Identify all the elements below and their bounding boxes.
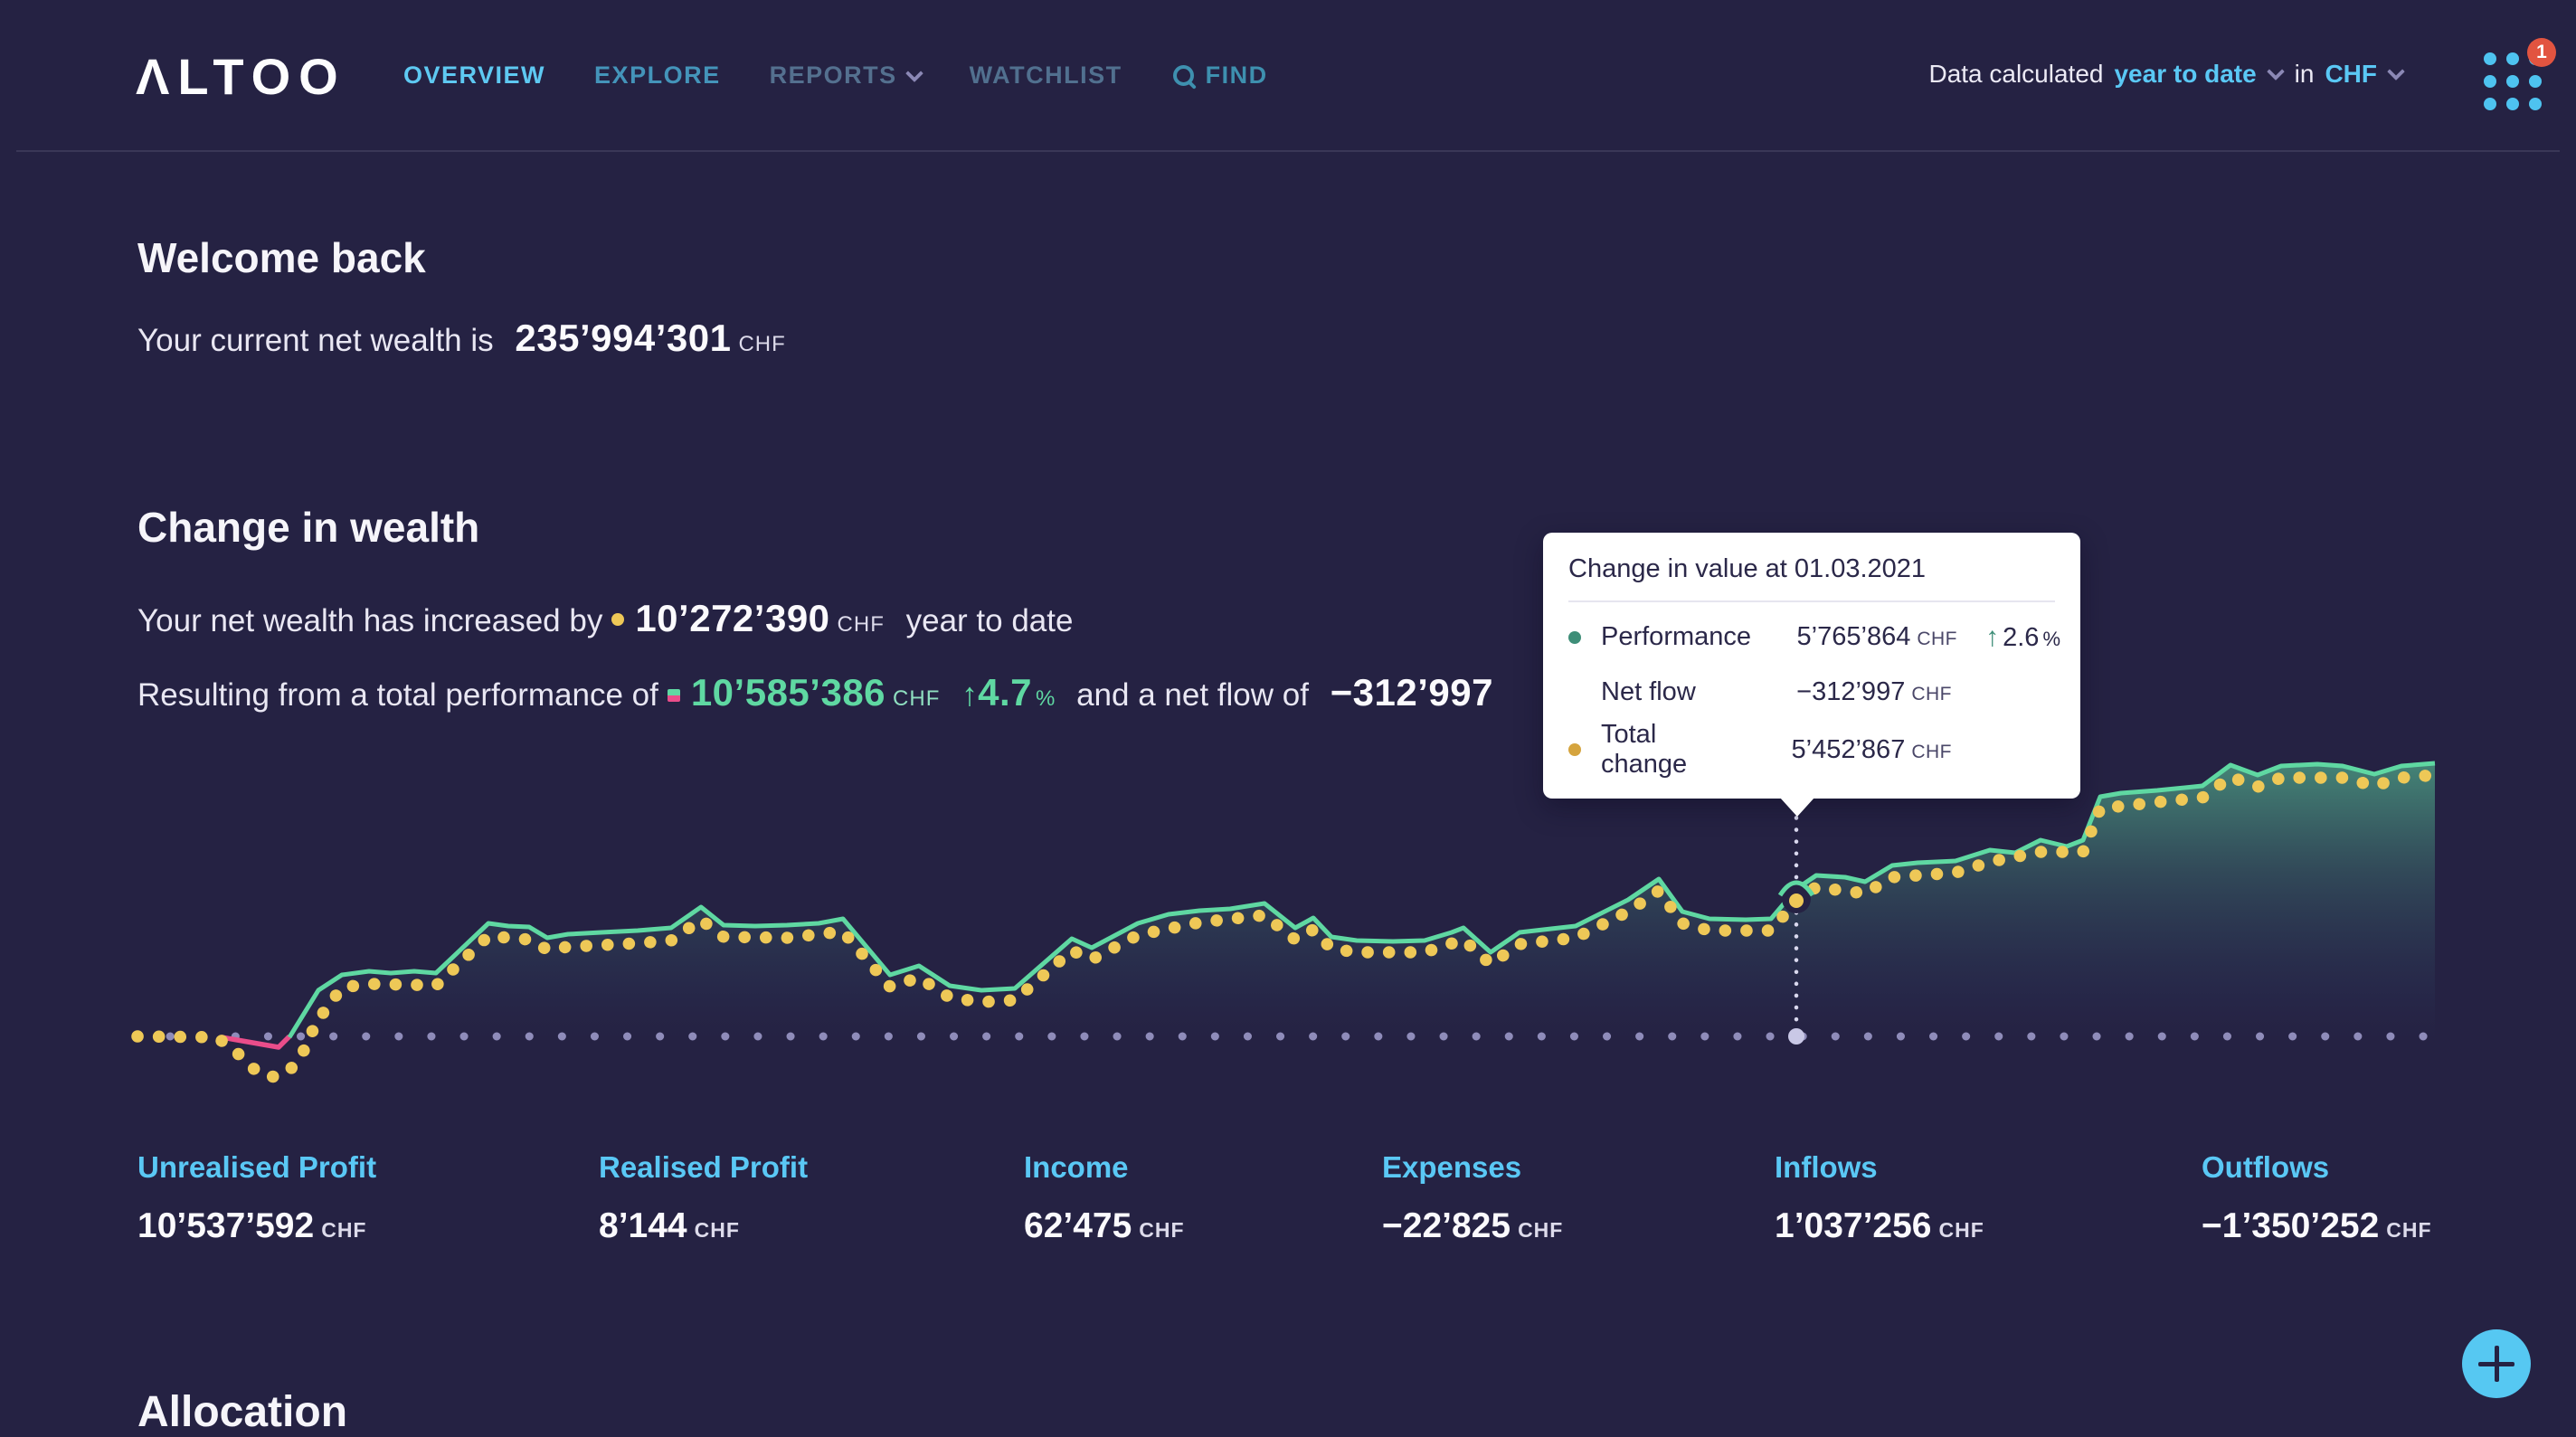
currency-label: CHF	[1518, 1218, 1564, 1242]
kpi-value: 10’537’592	[137, 1206, 315, 1245]
tooltip-row-value: 5’765’864	[1796, 622, 1911, 651]
kpi-item-income: Income 62’475 CHF	[1024, 1150, 1185, 1246]
kpi-item-expenses: Expenses −22’825 CHF	[1382, 1150, 1563, 1246]
increase-line: Your net wealth has increased by 10’272’3…	[137, 597, 1073, 640]
add-button[interactable]	[2462, 1329, 2531, 1398]
percent-sign: %	[2042, 627, 2061, 650]
netflow-value: −312’997	[1330, 671, 1494, 714]
performance-netflow-bullet-icon	[667, 689, 680, 702]
arrow-up-icon: ↑	[1985, 621, 2000, 652]
marker-baseline-dot	[1788, 1028, 1804, 1045]
currency-label: CHF	[1938, 1218, 1984, 1242]
currency-label: CHF	[1911, 684, 1952, 704]
currency-label: CHF	[2386, 1218, 2432, 1242]
tooltip-row-label: Net flow	[1601, 677, 1696, 706]
kpi-value: −1’350’252	[2202, 1206, 2380, 1245]
altoo-dashboard: { "header": { "logo": "ΛLTOO", "nav": [ …	[0, 0, 2576, 1436]
tooltip-row: Performance 5’765’864 CHF ↑ 2.6%	[1568, 610, 2060, 665]
currency-label: CHF	[694, 1218, 740, 1242]
arrow-up-icon: ↑	[961, 676, 979, 713]
netflow-prefix: and a net flow of	[1076, 677, 1309, 713]
kpi-item-inflows: Inflows 1’037’256 CHF	[1775, 1150, 1984, 1246]
kpi-value: 62’475	[1024, 1206, 1132, 1245]
kpi-item-unrealised-profit: Unrealised Profit 10’537’592 CHF	[137, 1150, 376, 1246]
kpi-label[interactable]: Expenses	[1382, 1150, 1563, 1185]
tooltip-row: Net flow −312’997 CHF	[1568, 665, 2055, 720]
kpi-row: Unrealised Profit 10’537’592 CHF Realised…	[0, 1150, 2576, 1259]
performance-prefix: Resulting from a total performance of	[137, 677, 658, 713]
tooltip-title: Change in value at 01.03.2021	[1568, 554, 2055, 602]
kpi-item-outflows: Outflows −1’350’252 CHF	[2202, 1150, 2432, 1246]
kpi-value: −22’825	[1382, 1206, 1511, 1245]
increase-value: 10’272’390	[635, 597, 830, 639]
kpi-label[interactable]: Income	[1024, 1150, 1185, 1185]
kpi-item-realised-profit: Realised Profit 8’144 CHF	[599, 1150, 808, 1246]
kpi-value: 8’144	[599, 1206, 687, 1245]
tooltip-row-value: 5’452’867	[1791, 734, 1906, 764]
kpi-label[interactable]: Outflows	[2202, 1150, 2432, 1185]
kpi-value: 1’037’256	[1775, 1206, 1932, 1245]
kpi-label[interactable]: Inflows	[1775, 1150, 1984, 1185]
kpi-label[interactable]: Unrealised Profit	[137, 1150, 376, 1185]
series-dot-icon	[1568, 743, 1581, 756]
net-flow-line	[221, 1035, 291, 1050]
currency-label: CHF	[1911, 741, 1952, 762]
tooltip-rows: Performance 5’765’864 CHF ↑ 2.6% Net flow …	[1568, 602, 2060, 779]
currency-label: CHF	[1917, 629, 1958, 649]
performance-value: 10’585’386	[690, 671, 886, 714]
marker-total-change-dot	[1789, 893, 1804, 908]
currency-label: CHF	[321, 1218, 367, 1242]
total-change-bullet-icon	[611, 613, 625, 626]
performance-line: Resulting from a total performance of 10’…	[137, 671, 1493, 714]
tooltip-row-value: −312’997	[1796, 677, 1906, 706]
allocation-title: Allocation	[137, 1388, 348, 1436]
series-dot-icon	[1568, 630, 1581, 644]
series-dot-icon	[1568, 686, 1581, 699]
currency-label: CHF	[893, 686, 941, 711]
currency-label: CHF	[837, 612, 885, 637]
tooltip-row-delta: 2.6	[2003, 622, 2040, 652]
increase-suffix: year to date	[905, 603, 1074, 638]
percent-sign: %	[1036, 686, 1056, 711]
increase-prefix: Your net wealth has increased by	[137, 603, 603, 638]
currency-label: CHF	[1139, 1218, 1185, 1242]
chart-tooltip: Change in value at 01.03.2021 Performanc…	[1543, 533, 2080, 817]
performance-percent: 4.7	[978, 671, 1032, 714]
tooltip-row-label: Total change	[1601, 720, 1688, 779]
tooltip-row: Total change 5’452’867 CHF	[1568, 720, 2055, 779]
kpi-label[interactable]: Realised Profit	[599, 1150, 808, 1185]
tooltip-row-label: Performance	[1601, 622, 1752, 651]
